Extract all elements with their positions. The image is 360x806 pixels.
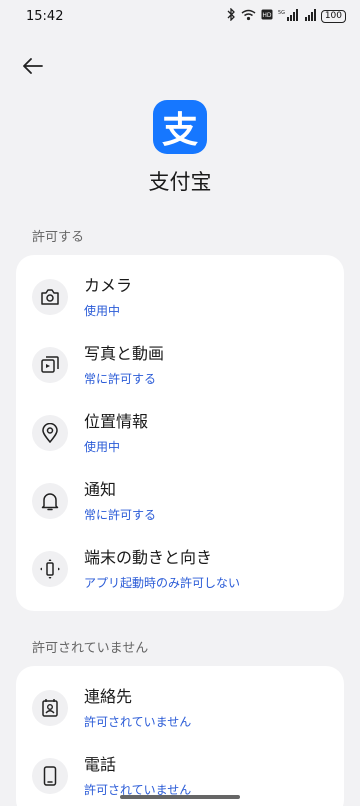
- permission-row-camera[interactable]: カメラ 使用中: [16, 263, 344, 331]
- signal-icon: 5G: [278, 8, 300, 24]
- device-motion-icon: [32, 551, 68, 587]
- permission-row-photos-videos[interactable]: 写真と動画 常に許可する: [16, 331, 344, 399]
- row-title: 端末の動きと向き: [84, 548, 213, 567]
- location-icon: [32, 415, 68, 451]
- hd-icon: HD: [261, 9, 273, 23]
- row-title: 写真と動画: [84, 344, 165, 363]
- photos-videos-icon: [32, 347, 68, 383]
- permission-row-contacts[interactable]: 連絡先 許可されていません: [16, 674, 344, 742]
- row-title: 位置情報: [84, 412, 149, 431]
- section-label-allowed: 許可する: [32, 230, 85, 245]
- allowed-permissions-card: カメラ 使用中 写真と動画 常に許可する 位置情報 使用中 通知 常に許可する: [16, 255, 344, 611]
- status-icons: HD 5G 100: [226, 7, 346, 24]
- permission-row-notifications[interactable]: 通知 常に許可する: [16, 467, 344, 535]
- row-status: 使用中: [84, 440, 121, 454]
- phone-icon: [32, 758, 68, 794]
- row-status: アプリ起動時のみ許可しない: [84, 576, 241, 590]
- app-name: 支付宝: [148, 170, 212, 194]
- row-status: 許可されていません: [84, 715, 192, 729]
- row-title: カメラ: [84, 276, 133, 295]
- camera-icon: [32, 279, 68, 315]
- battery-indicator: 100: [320, 9, 346, 23]
- svg-text:5G: 5G: [278, 10, 285, 16]
- row-status: 使用中: [84, 304, 121, 318]
- row-title: 電話: [84, 755, 117, 774]
- app-icon: 支: [153, 100, 207, 154]
- app-header: 支 支付宝: [0, 100, 360, 196]
- home-indicator[interactable]: [120, 795, 240, 799]
- back-button[interactable]: [20, 53, 46, 79]
- signal-icon-2: [304, 8, 316, 24]
- status-time: 15:42: [26, 8, 64, 24]
- bell-icon: [32, 483, 68, 519]
- permission-row-device-motion[interactable]: 端末の動きと向き アプリ起動時のみ許可しない: [16, 535, 344, 603]
- permission-row-location[interactable]: 位置情報 使用中: [16, 399, 344, 467]
- svg-text:HD: HD: [262, 12, 272, 19]
- wifi-icon: [241, 9, 256, 24]
- top-bar: [0, 32, 360, 100]
- row-title: 通知: [84, 480, 117, 499]
- contacts-icon: [32, 690, 68, 726]
- section-label-denied: 許可されていません: [32, 641, 149, 656]
- row-status: 常に許可する: [84, 372, 157, 386]
- row-status: 常に許可する: [84, 508, 157, 522]
- back-arrow-icon: [23, 58, 43, 74]
- denied-permissions-card: 連絡先 許可されていません 電話 許可されていません: [16, 666, 344, 806]
- bluetooth-icon: [226, 7, 236, 24]
- status-bar: 15:42 HD 5G 100: [0, 0, 360, 32]
- row-title: 連絡先: [84, 687, 133, 706]
